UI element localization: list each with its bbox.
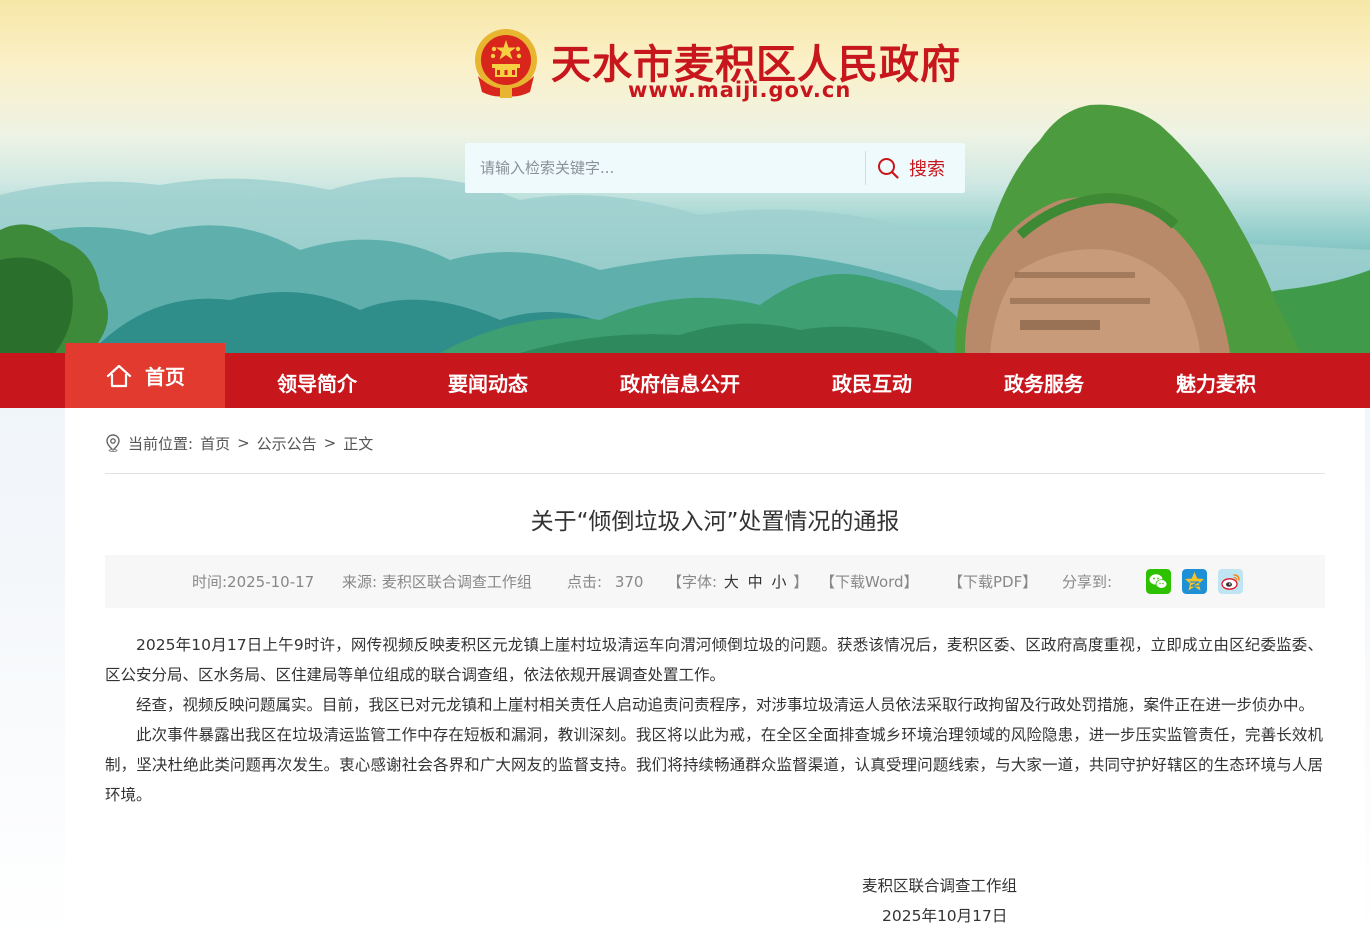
click-count-value: 370 xyxy=(614,573,644,591)
breadcrumb-separator: > xyxy=(323,434,337,452)
download-word-link[interactable]: 【下载Word】 xyxy=(820,571,919,592)
site-url: www.maiji.gov.cn xyxy=(628,78,852,102)
breadcrumb-current: 正文 xyxy=(343,434,374,453)
location-pin-icon xyxy=(106,434,120,452)
font-size-small[interactable]: 小 xyxy=(771,573,786,591)
search-input[interactable] xyxy=(465,143,865,193)
search-button-label: 搜索 xyxy=(909,159,945,180)
signature: 麦积区联合调查工作组 xyxy=(862,877,1018,895)
breadcrumb-prefix: 当前位置: xyxy=(128,434,194,453)
qzone-icon[interactable] xyxy=(1182,569,1207,594)
article-body: 2025年10月17日上午9时许，网传视频反映麦积区元龙镇上崖村垃圾清运车向渭河… xyxy=(105,630,1323,810)
breadcrumb: 当前位置: 首页 > 公示公告 > 正文 xyxy=(105,432,373,454)
breadcrumb-separator: > xyxy=(237,434,250,452)
content-panel: 当前位置: 首页 > 公示公告 > 正文 关于“倾倒垃圾入河”处置情况的通报 时… xyxy=(65,408,1365,939)
click-count-label: 点击: xyxy=(567,573,603,591)
main-nav: 首页 领导简介 要闻动态 政府信息公开 政民互动 政务服务 魅力麦积 xyxy=(0,343,1370,408)
breadcrumb-home[interactable]: 首页 xyxy=(200,433,230,454)
nav-item-interaction[interactable]: 政民互动 xyxy=(832,368,912,397)
share-label: 分享到: xyxy=(1062,573,1113,591)
weibo-icon[interactable] xyxy=(1218,569,1243,594)
article-title: 关于“倾倒垃圾入河”处置情况的通报 xyxy=(530,509,900,535)
download-pdf-link[interactable]: 【下载PDF】 xyxy=(948,571,1037,592)
font-size-large[interactable]: 大 xyxy=(724,573,739,591)
article-paragraph: 此次事件暴露出我区在垃圾清运监管工作中存在短板和漏洞，教训深刻。我区将以此为戒，… xyxy=(105,726,1323,804)
article-paragraph: 经查，视频反映问题属实。目前，我区已对元龙镇和上崖村相关责任人启动追责问责程序，… xyxy=(136,696,1315,714)
nav-item-news[interactable]: 要闻动态 xyxy=(448,368,528,397)
font-size-label: 【字体: xyxy=(667,573,718,591)
font-size-close: 】 xyxy=(793,573,809,591)
divider xyxy=(105,473,1325,474)
publish-time: 时间:2025-10-17 xyxy=(192,573,315,591)
click-count: 点击: 370 xyxy=(567,571,643,592)
search-icon xyxy=(878,158,899,179)
nav-item-home[interactable]: 首页 xyxy=(65,343,225,408)
font-size-medium[interactable]: 中 xyxy=(748,573,763,591)
nav-home-label: 首页 xyxy=(145,365,185,389)
nav-item-gov-info[interactable]: 政府信息公开 xyxy=(620,368,740,397)
wechat-icon[interactable] xyxy=(1146,569,1171,594)
national-emblem-icon xyxy=(475,29,537,98)
article-meta-bar: 时间:2025-10-17 来源: 麦积区联合调查工作组 点击: 370 【字体… xyxy=(105,555,1325,608)
font-size-control: 【字体: 大 中 小 】 xyxy=(667,571,808,592)
header-banner: 天水市麦积区人民政府 www.maiji.gov.cn 搜索 xyxy=(0,0,1370,353)
breadcrumb-notices[interactable]: 公示公告 xyxy=(257,433,317,454)
search-button[interactable]: 搜索 xyxy=(877,143,957,193)
article-source: 来源: 麦积区联合调查工作组 xyxy=(342,573,532,591)
signature-date: 2025年10月17日 xyxy=(882,907,1008,925)
article-paragraph: 2025年10月17日上午9时许，网传视频反映麦积区元龙镇上崖村垃圾清运车向渭河… xyxy=(105,636,1323,684)
nav-item-services[interactable]: 政务服务 xyxy=(1004,368,1084,397)
nav-item-charm-maiji[interactable]: 魅力麦积 xyxy=(1176,368,1256,397)
search-divider xyxy=(865,151,866,185)
home-icon xyxy=(106,364,132,387)
search-box: 搜索 xyxy=(465,143,965,193)
nav-item-leaders[interactable]: 领导简介 xyxy=(277,368,357,397)
